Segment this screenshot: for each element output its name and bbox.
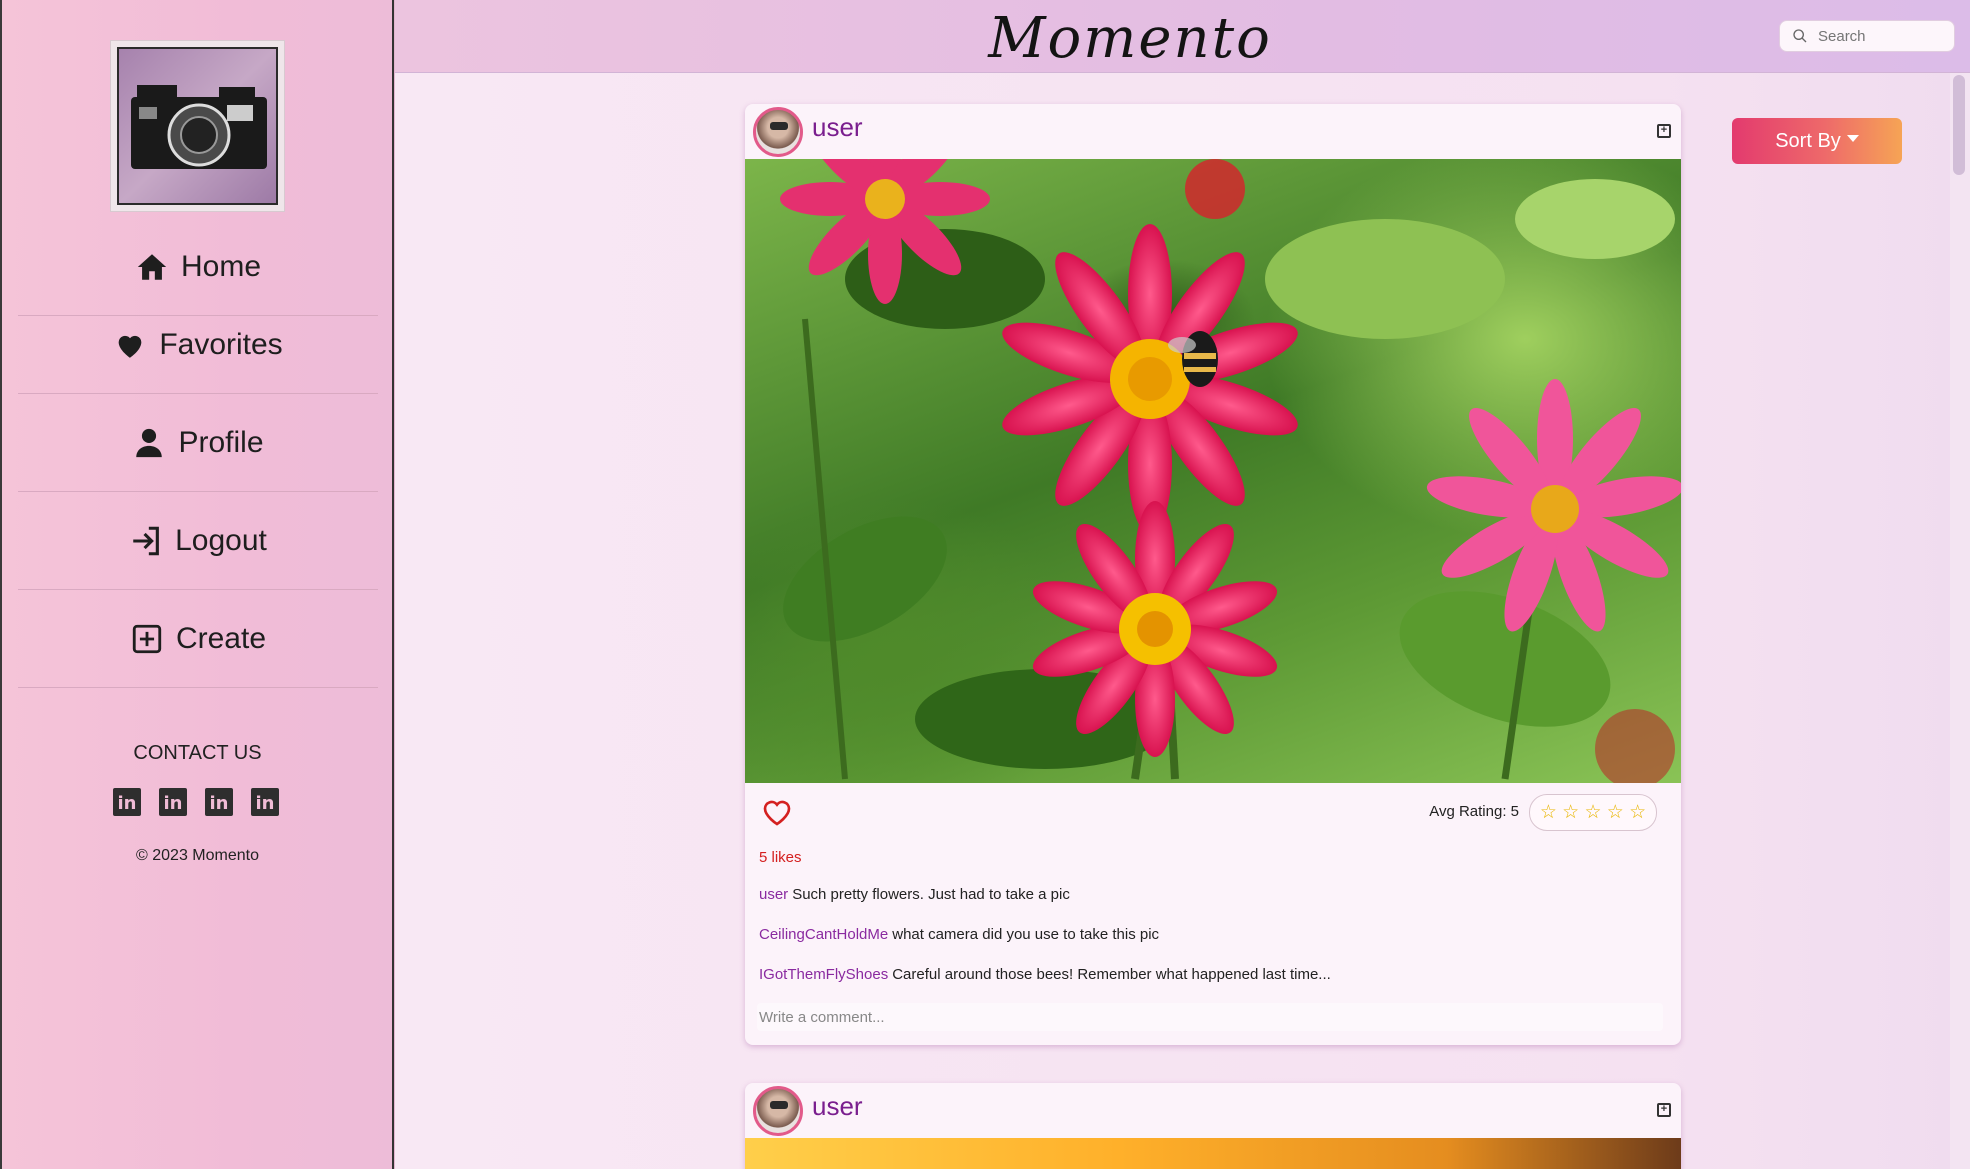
sidebar-item-label: Create [175,621,267,655]
flowers-photo [780,159,1681,783]
linkedin-icon[interactable]: in [113,788,141,816]
add-to-favorites-icon[interactable]: + [1657,1103,1671,1117]
like-heart-icon[interactable] [761,797,793,827]
avg-rating-label: Avg Rating: 5 [1429,803,1519,820]
comment-author[interactable]: CeilingCantHoldMe [759,926,888,943]
add-to-favorites-icon[interactable]: + [1657,124,1671,138]
comment-author[interactable]: user [759,886,788,903]
post-header: user + [745,1083,1681,1138]
caret-down-icon [1846,134,1859,142]
post-username[interactable]: user [812,1091,863,1122]
avatar[interactable] [753,1086,803,1136]
social-links: in in in in [113,788,279,816]
copyright-text: © 2023 Momento [136,847,259,864]
sunglasses-icon [770,122,788,130]
heart-icon [118,335,142,358]
camera-icon [131,85,267,169]
scrollbar-track[interactable] [1950,73,1970,1169]
sidebar-item-label: Profile [178,425,264,459]
post-card: user + [745,104,1681,1045]
linkedin-icon[interactable]: in [251,788,279,816]
sidebar-item-label: Home [180,249,262,283]
contact-heading: CONTACT US [133,742,262,764]
comment-text: Such pretty flowers. Just had to take a … [792,886,1070,903]
post-username[interactable]: user [812,112,863,143]
sidebar-item-logout[interactable]: Logout [18,492,378,590]
post-image [745,159,1681,783]
linkedin-icon[interactable]: in [205,788,233,816]
sidebar-item-profile[interactable]: Profile [18,394,378,492]
search-icon [1793,29,1807,43]
sidebar-item-label: Favorites [159,327,283,361]
comment-author[interactable]: IGotThemFlyShoes [759,966,888,983]
home-icon [137,253,167,280]
search-input[interactable] [1818,27,1938,45]
sort-by-label: Sort By [1775,129,1841,152]
search-box[interactable] [1779,20,1955,52]
sidebar-item-create[interactable]: Create [18,590,378,688]
post-actions: Avg Rating: 5 ☆ ☆ ☆ ☆ ☆ [745,783,1681,843]
camera-logo-image [117,47,278,205]
like-count: 5 likes [759,849,802,866]
star-rating[interactable]: ☆ ☆ ☆ ☆ ☆ [1529,794,1657,831]
comment-text: what camera did you use to take this pic [892,926,1160,943]
comment-input[interactable] [757,1003,1663,1031]
sidebar-item-label: Logout [175,523,267,557]
app-title: Momento [988,6,1272,71]
comment-row: user Such pretty flowers. Just had to tak… [745,883,1681,923]
logout-icon [133,526,160,555]
sidebar: Home Favorites Profile Logout Create CON… [0,0,395,1169]
sunglasses-icon [770,1101,788,1109]
comment-row: CeilingCantHoldMe what camera did you use… [745,923,1681,963]
sidebar-item-favorites[interactable]: Favorites [18,296,378,394]
comment-text: Careful around those bees! Remember what… [892,966,1331,983]
top-header: Momento [395,0,1970,73]
linkedin-icon[interactable]: in [159,788,187,816]
logo[interactable] [110,40,285,212]
comment-row: IGotThemFlyShoes Careful around those bee… [745,963,1681,1003]
post-card: user + [745,1083,1681,1169]
plus-square-icon [132,624,162,653]
user-icon [136,428,163,457]
scrollbar-thumb[interactable] [1953,75,1965,175]
post-image [745,1138,1681,1169]
post-header: user + [745,104,1681,159]
avatar[interactable] [753,107,803,157]
sort-by-button[interactable]: Sort By [1732,118,1902,164]
